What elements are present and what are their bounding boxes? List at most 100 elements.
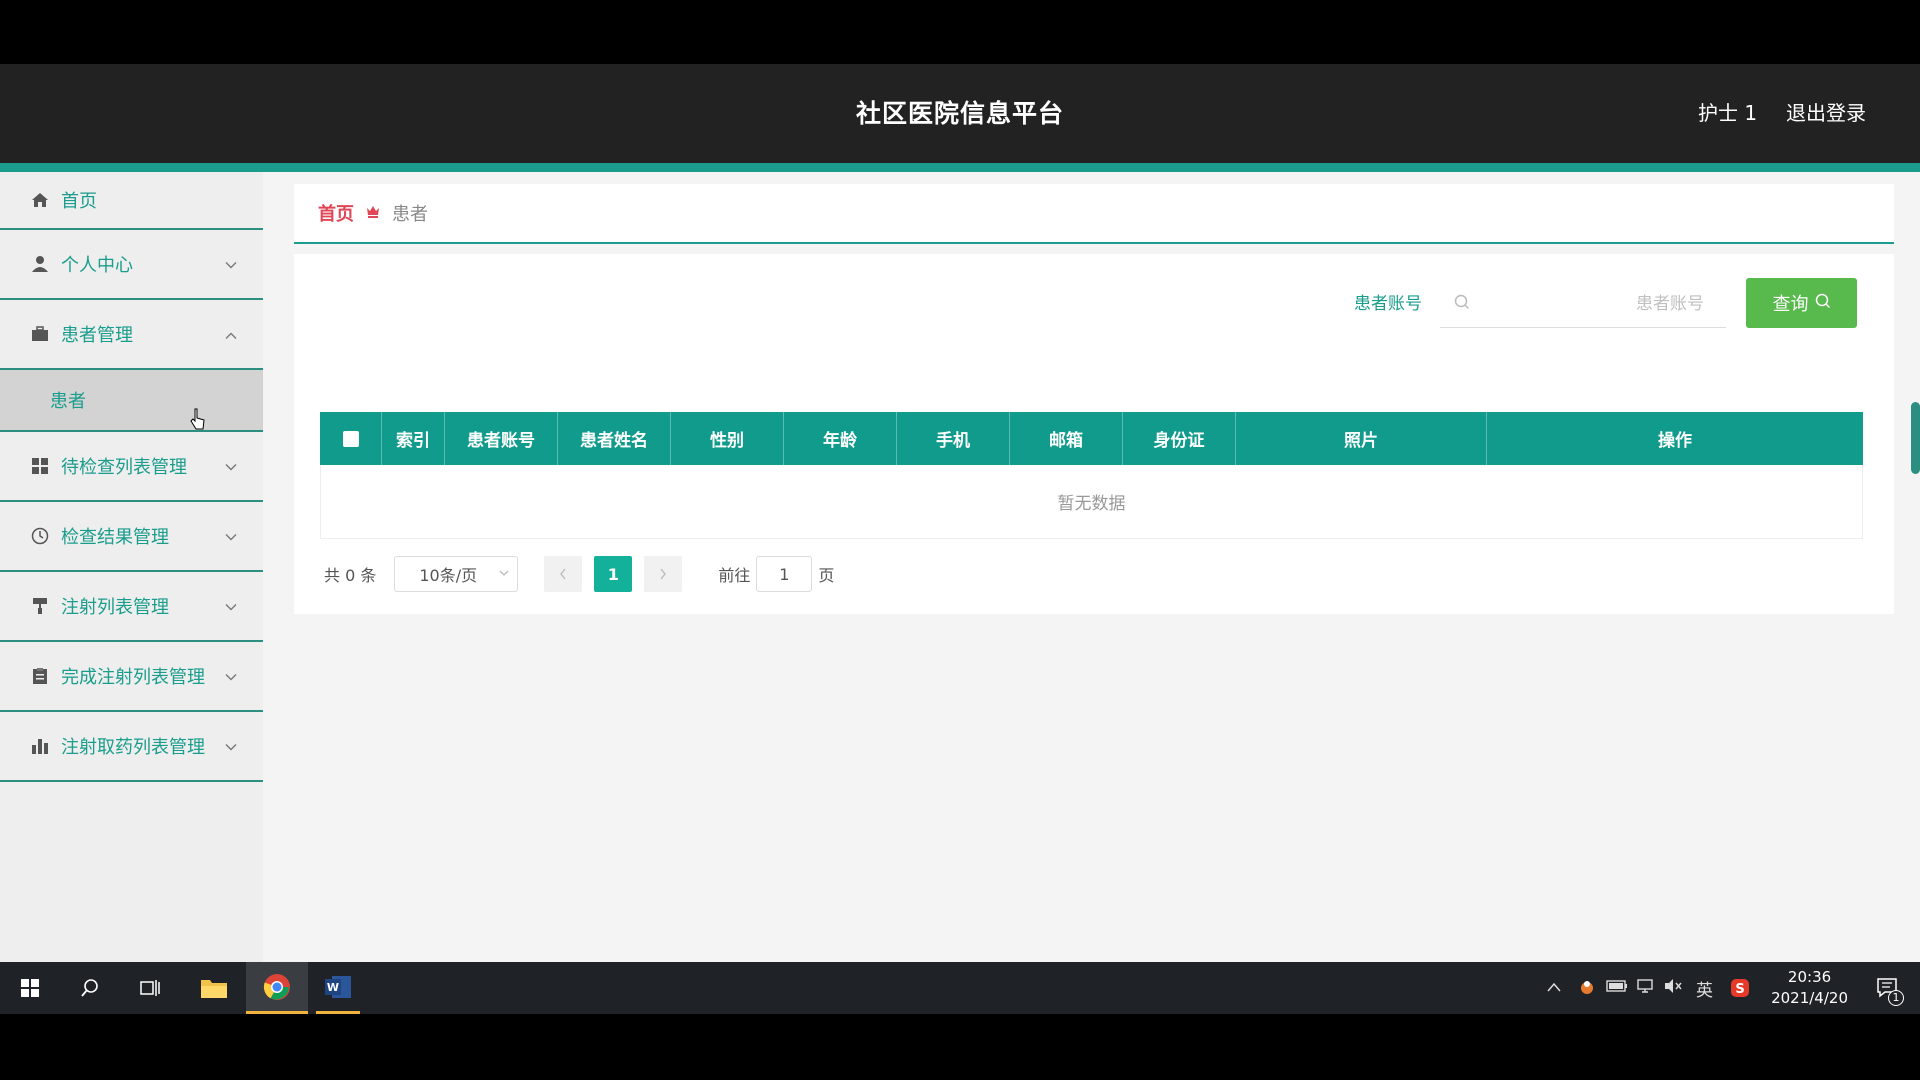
crown-icon xyxy=(366,204,380,222)
empty-table-message: 暂无数据 xyxy=(320,465,1863,539)
column-header: 照片 xyxy=(1236,412,1487,465)
chevron-down-icon xyxy=(225,736,237,757)
sogou-input-icon[interactable]: S xyxy=(1730,978,1750,1003)
app-window: 社区医院信息平台 护士 1 退出登录 首页 个人中心 患者管理 患者 待检查列表… xyxy=(0,64,1920,962)
windows-taskbar: W 英 S 20:36 2021/4/20 1 xyxy=(0,962,1920,1014)
breadcrumb-home-link[interactable]: 首页 xyxy=(318,200,354,226)
current-user: 护士 1 xyxy=(1698,101,1758,125)
ime-indicator[interactable]: 英 xyxy=(1696,976,1713,1001)
network-icon[interactable] xyxy=(1636,978,1656,999)
svg-text:W: W xyxy=(327,981,339,994)
prev-page-button[interactable] xyxy=(544,556,583,592)
logout-link[interactable]: 退出登录 xyxy=(1786,64,1866,163)
column-header: 性别 xyxy=(671,412,784,465)
app-title: 社区医院信息平台 xyxy=(855,99,1064,128)
chevron-down-icon xyxy=(225,666,237,687)
search-label: 患者账号 xyxy=(1354,294,1422,314)
clipboard-icon xyxy=(30,666,50,686)
grid-icon xyxy=(30,456,50,476)
column-header: 操作 xyxy=(1658,431,1692,451)
sidebar: 首页 个人中心 患者管理 患者 待检查列表管理 检查结果管理 注射列表管理 完成… xyxy=(0,172,263,962)
sidebar-subitem-label: 患者 xyxy=(50,391,86,412)
sidebar-subitem-patient[interactable]: 患者 xyxy=(0,370,263,432)
notification-icon[interactable]: 1 xyxy=(1868,962,1908,1014)
column-header: 患者账号 xyxy=(445,412,558,465)
sidebar-item-label: 注射取药列表管理 xyxy=(61,737,205,758)
sidebar-item-pending-check[interactable]: 待检查列表管理 xyxy=(0,432,263,502)
mouse-cursor-icon xyxy=(190,408,206,435)
page-number-current[interactable]: 1 xyxy=(594,556,633,592)
bar-chart-icon xyxy=(30,736,50,756)
select-all-checkbox-cell xyxy=(320,412,382,465)
query-button-label: 查询 xyxy=(1772,294,1809,314)
column-header: 索引 xyxy=(382,412,445,465)
chevron-down-icon xyxy=(225,254,237,275)
sidebar-item-patient-management[interactable]: 患者管理 xyxy=(0,300,263,370)
sidebar-item-check-results[interactable]: 检查结果管理 xyxy=(0,502,263,572)
file-explorer-icon[interactable] xyxy=(192,962,236,1014)
clock-date: 2021/4/20 xyxy=(1771,989,1848,1007)
clock-icon xyxy=(30,526,50,546)
breadcrumb-current: 患者 xyxy=(392,204,428,225)
sidebar-item-label: 个人中心 xyxy=(61,255,133,276)
sidebar-item-label: 首页 xyxy=(61,191,97,212)
clock-time: 20:36 xyxy=(1787,968,1832,986)
windows-start-icon[interactable] xyxy=(10,962,50,1014)
notification-count: 1 xyxy=(1888,990,1904,1006)
sidebar-item-label: 注射列表管理 xyxy=(61,597,169,618)
page-size-value: 10条/页 xyxy=(419,566,478,585)
svg-text:S: S xyxy=(1735,982,1744,997)
chevron-up-icon xyxy=(225,324,237,345)
volume-muted-icon[interactable] xyxy=(1664,978,1684,999)
battery-icon[interactable] xyxy=(1606,978,1628,998)
scrollbar[interactable] xyxy=(1911,402,1920,474)
paint-roller-icon xyxy=(30,596,50,616)
column-header: 手机 xyxy=(897,412,1010,465)
goto-label: 前往 xyxy=(718,566,751,585)
search-icon xyxy=(1815,293,1831,314)
chevron-down-icon xyxy=(225,596,237,617)
home-icon xyxy=(30,190,50,210)
table-header: 索引 患者账号 患者姓名 性别 年龄 手机 邮箱 身份证 照片 操作 xyxy=(320,412,1863,465)
chevron-down-icon xyxy=(225,456,237,477)
sidebar-item-label: 完成注射列表管理 xyxy=(61,667,205,688)
patient-account-search-input[interactable] xyxy=(1482,280,1706,328)
total-count: 共 0 条 xyxy=(324,566,377,585)
goto-page-input[interactable] xyxy=(756,556,813,592)
column-header: 患者姓名 xyxy=(558,412,671,465)
user-icon xyxy=(30,254,50,274)
next-page-button[interactable] xyxy=(644,556,683,592)
search-icon[interactable] xyxy=(70,962,110,1014)
sidebar-item-completed-injection[interactable]: 完成注射列表管理 xyxy=(0,642,263,712)
main-content: 首页 患者 患者账号 查询 xyxy=(263,172,1920,962)
page-suffix: 页 xyxy=(818,566,835,585)
patient-table: 索引 患者账号 患者姓名 性别 年龄 手机 邮箱 身份证 照片 操作 暂无数据 xyxy=(320,412,1863,539)
sidebar-item-injection-medicine[interactable]: 注射取药列表管理 xyxy=(0,712,263,782)
sidebar-item-label: 患者管理 xyxy=(61,325,133,346)
sidebar-item-personal-center[interactable]: 个人中心 xyxy=(0,230,263,300)
column-header: 身份证 xyxy=(1123,412,1236,465)
select-all-checkbox[interactable] xyxy=(342,430,359,447)
briefcase-icon xyxy=(30,324,50,344)
search-icon xyxy=(1454,294,1470,314)
word-app-icon[interactable]: W xyxy=(316,962,360,1014)
query-button[interactable]: 查询 xyxy=(1746,278,1857,328)
sidebar-item-label: 检查结果管理 xyxy=(61,527,169,548)
chevron-down-icon xyxy=(499,566,509,580)
top-header: 社区医院信息平台 护士 1 退出登录 xyxy=(0,64,1920,163)
breadcrumb: 首页 患者 xyxy=(294,184,1894,244)
chevron-up-icon[interactable] xyxy=(1546,978,1562,998)
sidebar-item-home[interactable]: 首页 xyxy=(0,172,263,230)
chrome-browser-icon[interactable] xyxy=(246,962,308,1014)
sidebar-item-label: 待检查列表管理 xyxy=(61,457,187,478)
task-view-icon[interactable] xyxy=(130,962,170,1014)
content-panel: 患者账号 查询 索引 患者账号 xyxy=(294,254,1894,614)
page-size-select[interactable]: 10条/页 xyxy=(394,556,519,592)
column-header: 年龄 xyxy=(784,412,897,465)
sidebar-item-injection-list[interactable]: 注射列表管理 xyxy=(0,572,263,642)
app-tray-icon[interactable] xyxy=(1578,978,1596,1001)
column-header: 邮箱 xyxy=(1010,412,1123,465)
pagination: 共 0 条 10条/页 1 前往 页 xyxy=(324,556,834,592)
chevron-down-icon xyxy=(225,526,237,547)
taskbar-clock[interactable]: 20:36 2021/4/20 xyxy=(1771,967,1848,1009)
